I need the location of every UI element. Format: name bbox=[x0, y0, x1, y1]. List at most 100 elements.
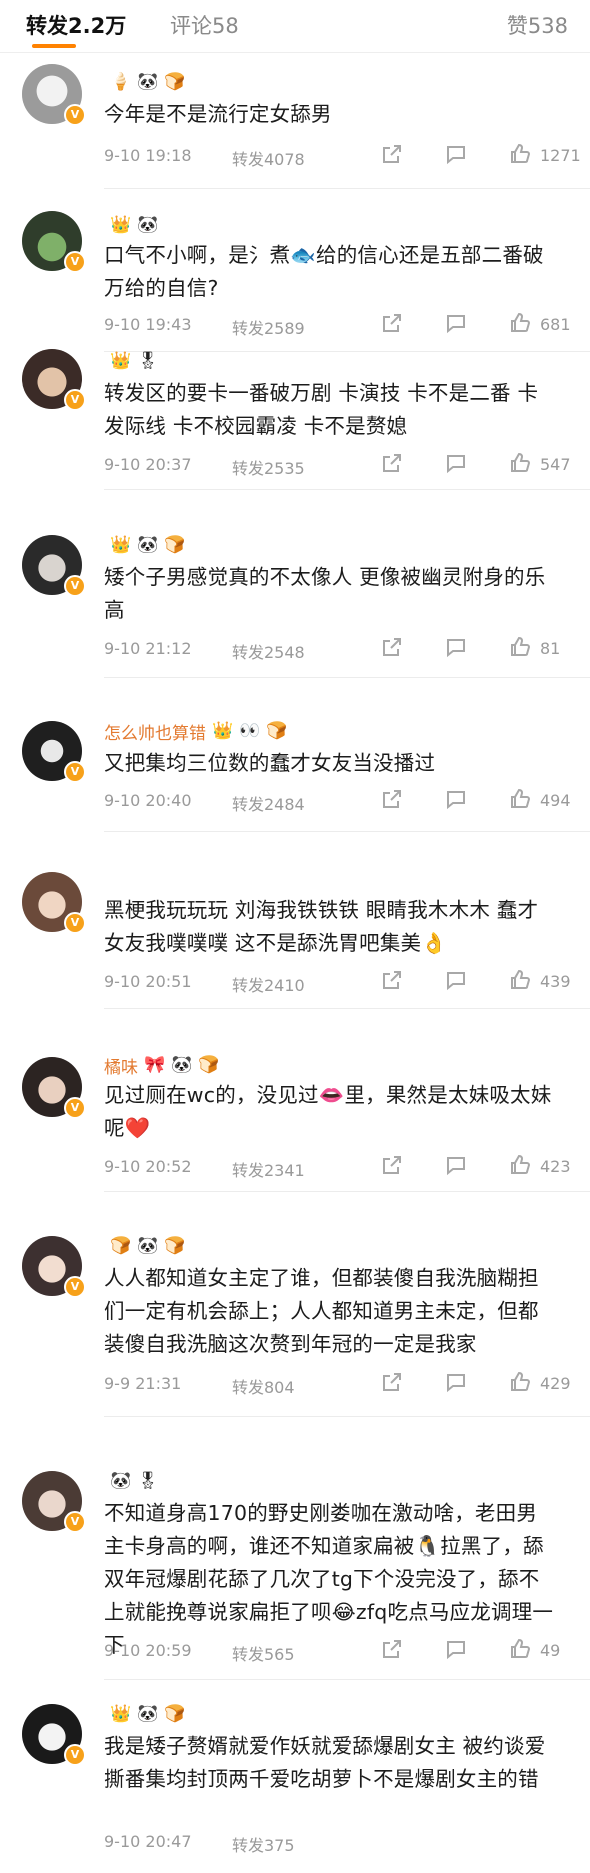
badge-icon: 🐼 bbox=[137, 1703, 159, 1724]
badge-icon: 🐼 bbox=[137, 214, 159, 235]
share-icon[interactable] bbox=[380, 1370, 406, 1396]
like-icon[interactable] bbox=[508, 142, 534, 168]
comment-icon[interactable] bbox=[444, 1637, 470, 1663]
comment-text: 今年是不是流行定女舔男 bbox=[104, 102, 332, 126]
like-count: 439 bbox=[540, 972, 571, 991]
name-row: 怎么帅也算错 👑 👀 🍞 bbox=[104, 717, 288, 745]
timestamp: 9-10 19:18 bbox=[104, 146, 192, 165]
comment-icon[interactable] bbox=[444, 451, 470, 477]
divider bbox=[104, 1679, 590, 1680]
timestamp: 9-10 20:40 bbox=[104, 791, 192, 810]
list-item: V 橘味 🎀 🐼 🍞 见过厕在wc的，没见过👄里，果然是太妹吸太妹呢❤️ 9-1… bbox=[0, 1039, 590, 1193]
like-icon[interactable] bbox=[508, 1153, 534, 1179]
meta-row: 9-10 21:12 转发2548 81 bbox=[104, 635, 572, 663]
list-item: V 怎么帅也算错 👑 👀 🍞 又把集均三位数的蠢才女友当没播过 9-10 20:… bbox=[0, 707, 590, 832]
badge-icon: 🐼 bbox=[171, 1054, 193, 1075]
like-icon[interactable] bbox=[508, 1637, 534, 1663]
badge-icon: 🎀 bbox=[144, 1054, 166, 1075]
name-row: 👑 🐼 🍞 bbox=[104, 531, 186, 559]
list-item: V 黑梗我玩玩玩 刘海我铁铁铁 眼睛我木木木 蠢才女友我噗噗噗 这不是舔洗胃吧集… bbox=[0, 856, 590, 1010]
comment-icon[interactable] bbox=[444, 635, 470, 661]
badge-icon: 👀 bbox=[239, 720, 261, 741]
list-item: V 👑 🐼 🍞 矮个子男感觉真的不太像人 更像被幽灵附身的乐高 9-10 21:… bbox=[0, 517, 590, 680]
timestamp: 9-10 21:12 bbox=[104, 639, 192, 658]
name-row: 🍞 🐼 🍞 bbox=[104, 1232, 186, 1260]
verified-badge-icon: V bbox=[64, 389, 86, 411]
badge-icon: 🍞 bbox=[110, 1235, 132, 1256]
tab-reposts[interactable]: 转发2.2万 bbox=[26, 10, 126, 40]
like-icon[interactable] bbox=[508, 787, 534, 813]
verified-badge-icon: V bbox=[64, 251, 86, 273]
verified-badge-icon: V bbox=[64, 575, 86, 597]
comment-text: 黑梗我玩玩玩 刘海我铁铁铁 眼睛我木木木 蠢才女友我噗噗噗 这不是舔洗胃吧集美👌 bbox=[104, 898, 539, 955]
share-icon[interactable] bbox=[380, 451, 406, 477]
meta-row: 9-10 19:18 转发4078 1271 bbox=[104, 142, 581, 170]
comment-icon[interactable] bbox=[444, 787, 470, 813]
like-icon[interactable] bbox=[508, 635, 534, 661]
comment-text: 矮个子男感觉真的不太像人 更像被幽灵附身的乐高 bbox=[104, 565, 546, 622]
badge-icon: 👑 bbox=[110, 214, 132, 235]
divider bbox=[104, 1416, 590, 1417]
username[interactable]: 怎么帅也算错 bbox=[104, 719, 206, 744]
like-icon[interactable] bbox=[508, 1370, 534, 1396]
verified-badge-icon: V bbox=[64, 1511, 86, 1533]
badge-icon: 🍞 bbox=[164, 534, 186, 555]
timestamp: 9-10 20:47 bbox=[104, 1832, 192, 1851]
badge-icon: 🐼 bbox=[137, 1235, 159, 1256]
meta-row: 9-10 20:59 转发565 49 bbox=[104, 1637, 572, 1665]
share-icon[interactable] bbox=[380, 1153, 406, 1179]
comment-text: 转发区的要卡一番破万剧 卡演技 卡不是二番 卡发际线 卡不校园霸凌 卡不是赘媳 bbox=[104, 381, 539, 438]
share-icon[interactable] bbox=[380, 142, 406, 168]
meta-row: 9-10 20:51 转发2410 439 bbox=[104, 968, 572, 996]
share-icon[interactable] bbox=[380, 787, 406, 813]
badge-icon: 🍞 bbox=[164, 1235, 186, 1256]
badge-icon: 🎖 bbox=[137, 1470, 159, 1491]
list-item: V 👑 🐼 口气不小啊，是氵煮🐟给的信心还是五部二番破万给的自信? 9-10 1… bbox=[0, 189, 590, 352]
tab-comments[interactable]: 评论58 bbox=[170, 10, 239, 40]
badge-icon: 🍦 bbox=[110, 71, 132, 92]
list-item: V 🍞 🐼 🍞 人人都知道女主定了谁，但都装傻自我洗脑糊担们一定有机会舔上；人人… bbox=[0, 1222, 590, 1428]
username[interactable]: 橘味 bbox=[104, 1053, 138, 1078]
timestamp: 9-9 21:31 bbox=[104, 1374, 182, 1393]
name-row: 👑 🐼 bbox=[104, 211, 158, 239]
list-item: V 👑 🎖 转发区的要卡一番破万剧 卡演技 卡不是二番 卡发际线 卡不校园霸凌 … bbox=[0, 327, 590, 490]
badge-icon: 🐼 bbox=[137, 71, 159, 92]
comment-text: 人人都知道女主定了谁，但都装傻自我洗脑糊担们一定有机会舔上；人人都知道男主未定，… bbox=[104, 1266, 539, 1356]
badge-icon: 🍞 bbox=[164, 1703, 186, 1724]
timestamp: 9-10 20:59 bbox=[104, 1641, 192, 1660]
comment-text: 见过厕在wc的，没见过👄里，果然是太妹吸太妹呢❤️ bbox=[104, 1083, 552, 1140]
repost-count: 转发565 bbox=[232, 1645, 295, 1664]
verified-badge-icon: V bbox=[64, 104, 86, 126]
share-icon[interactable] bbox=[380, 635, 406, 661]
name-row: 🍦 🐼 🍞 bbox=[104, 68, 186, 96]
verified-badge-icon: V bbox=[64, 1276, 86, 1298]
repost-count: 转发4078 bbox=[232, 150, 305, 169]
badge-icon: 🍞 bbox=[164, 71, 186, 92]
comment-icon[interactable] bbox=[444, 142, 470, 168]
divider bbox=[104, 1191, 590, 1192]
list-item: V 🐼 🎖 不知道身高170的野史刚娄咖在激动啥，老田男主卡身高的啊，谁还不知道… bbox=[0, 1457, 590, 1680]
badge-icon: 🍞 bbox=[198, 1054, 220, 1075]
like-count: 429 bbox=[540, 1374, 571, 1393]
name-row: 👑 🐼 🍞 bbox=[104, 1700, 186, 1728]
comment-icon[interactable] bbox=[444, 1370, 470, 1396]
comment-icon[interactable] bbox=[444, 1153, 470, 1179]
tab-bar: 转发2.2万 评论58 赞538 bbox=[0, 0, 590, 52]
share-icon[interactable] bbox=[380, 968, 406, 994]
badge-icon: 👑 bbox=[212, 720, 234, 741]
like-count: 494 bbox=[540, 791, 571, 810]
badge-icon: 🍞 bbox=[266, 720, 288, 741]
meta-row: 9-10 20:37 转发2535 547 bbox=[104, 451, 572, 479]
comment-text: 口气不小啊，是氵煮🐟给的信心还是五部二番破万给的自信? bbox=[104, 243, 544, 300]
badge-icon: 🎖 bbox=[137, 350, 159, 371]
verified-badge-icon: V bbox=[64, 1097, 86, 1119]
list-item: V 🍦 🐼 🍞 今年是不是流行定女舔男 9-10 19:18 转发4078 12… bbox=[0, 54, 590, 189]
meta-row: 9-10 20:52 转发2341 423 bbox=[104, 1153, 572, 1181]
like-icon[interactable] bbox=[508, 968, 534, 994]
tab-likes[interactable]: 赞538 bbox=[507, 10, 568, 40]
like-icon[interactable] bbox=[508, 451, 534, 477]
comment-icon[interactable] bbox=[444, 968, 470, 994]
name-row: 橘味 🎀 🐼 🍞 bbox=[104, 1051, 220, 1079]
repost-count: 转发2410 bbox=[232, 976, 305, 995]
share-icon[interactable] bbox=[380, 1637, 406, 1663]
